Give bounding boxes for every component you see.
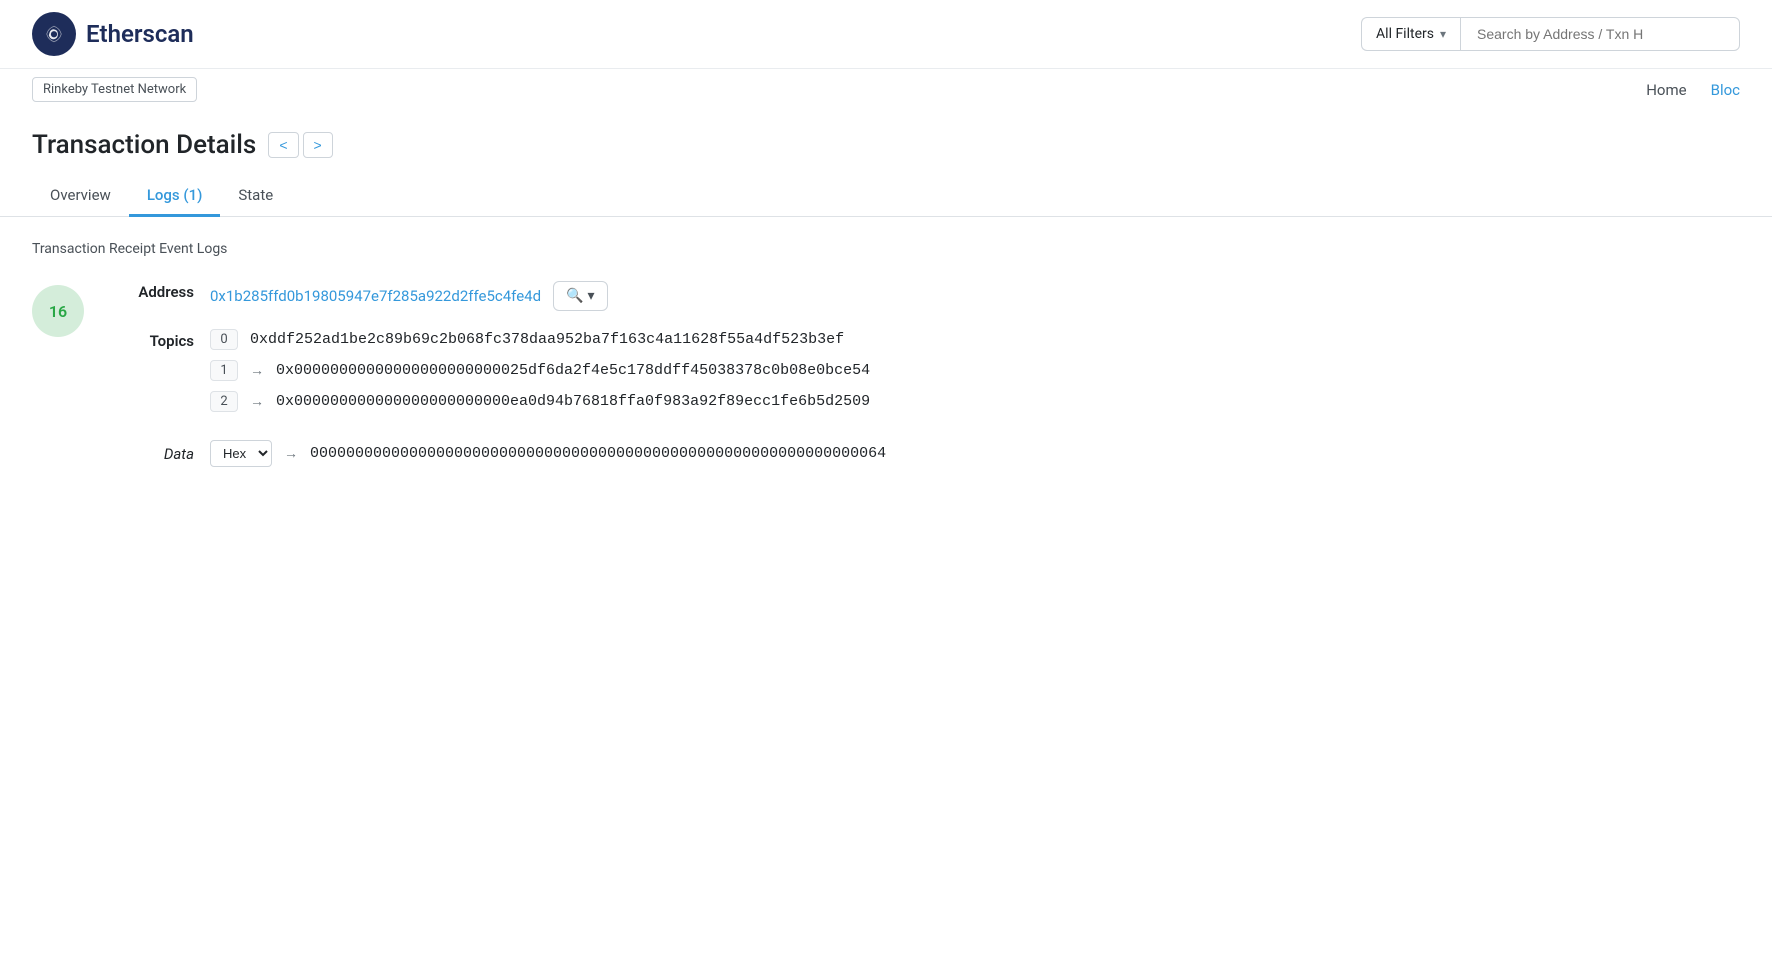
filter-dropdown[interactable]: All Filters ▾	[1361, 17, 1460, 51]
address-link[interactable]: 0x1b285ffd0b19805947e7f285a922d2ffe5c4fe…	[210, 287, 541, 305]
content: Transaction Receipt Event Logs 16 Addres…	[0, 217, 1772, 491]
data-content: Hex Dec Text → 0000000000000000000000000…	[210, 440, 886, 467]
search-input[interactable]	[1460, 17, 1740, 51]
page-title-area: Transaction Details < >	[0, 110, 1772, 160]
logo-text: Etherscan	[86, 20, 194, 48]
arrow-right-icon-1: →	[250, 362, 264, 379]
magnifier-icon: 🔍	[566, 288, 583, 304]
logo-area: Etherscan	[32, 12, 194, 56]
topic-item-1: 1 → 0x00000000000000000000000025df6da2f4…	[210, 360, 1740, 381]
nav-blocks[interactable]: Bloc	[1711, 81, 1740, 99]
tab-logs[interactable]: Logs (1)	[129, 176, 221, 217]
data-format-select[interactable]: Hex Dec Text	[210, 440, 272, 467]
address-btn-chevron: ▾	[588, 288, 595, 304]
arrow-right-icon-2: →	[250, 393, 264, 410]
nav-home[interactable]: Home	[1646, 81, 1686, 99]
log-number: 16	[32, 285, 84, 337]
data-value: 0000000000000000000000000000000000000000…	[310, 445, 886, 462]
topic-value-0: 0xddf252ad1be2c89b69c2b068fc378daa952ba7…	[250, 331, 844, 348]
logo-icon	[32, 12, 76, 56]
address-action-btn[interactable]: 🔍 ▾	[553, 281, 607, 311]
topic-index-2: 2	[210, 391, 238, 412]
topic-index-1: 1	[210, 360, 238, 381]
topics-row: Topics 0 0xddf252ad1be2c89b69c2b068fc378…	[104, 329, 1740, 422]
topic-value-2: 0x000000000000000000000000ea0d94b76818ff…	[276, 393, 870, 410]
topic-item-2: 2 → 0x000000000000000000000000ea0d94b768…	[210, 391, 1740, 412]
address-row: Address 0x1b285ffd0b19805947e7f285a922d2…	[104, 281, 1740, 311]
tab-state[interactable]: State	[220, 176, 291, 217]
nav-links: Home Bloc	[1646, 81, 1740, 99]
data-arrow-icon: →	[284, 445, 298, 462]
sub-header: Rinkeby Testnet Network Home Bloc	[0, 69, 1772, 110]
prev-arrow[interactable]: <	[268, 132, 298, 158]
next-arrow[interactable]: >	[303, 132, 333, 158]
tabs: Overview Logs (1) State	[0, 160, 1772, 217]
filter-label: All Filters	[1376, 26, 1434, 42]
topic-item-0: 0 0xddf252ad1be2c89b69c2b068fc378daa952b…	[210, 329, 1740, 350]
address-label: Address	[104, 281, 194, 301]
data-label: Data	[104, 445, 194, 463]
topics-label: Topics	[104, 329, 194, 350]
tab-overview[interactable]: Overview	[32, 176, 129, 217]
header: Etherscan All Filters ▾	[0, 0, 1772, 69]
chevron-down-icon: ▾	[1440, 27, 1446, 41]
network-badge: Rinkeby Testnet Network	[32, 77, 197, 102]
topic-index-0: 0	[210, 329, 238, 350]
address-value-area: 0x1b285ffd0b19805947e7f285a922d2ffe5c4fe…	[210, 281, 608, 311]
nav-arrows: < >	[268, 132, 332, 158]
header-right: All Filters ▾	[1361, 17, 1740, 51]
section-label: Transaction Receipt Event Logs	[32, 241, 1740, 257]
log-details: Address 0x1b285ffd0b19805947e7f285a922d2…	[104, 281, 1740, 467]
topics-content: 0 0xddf252ad1be2c89b69c2b068fc378daa952b…	[210, 329, 1740, 422]
topic-value-1: 0x00000000000000000000000025df6da2f4e5c1…	[276, 362, 870, 379]
log-entry: 16 Address 0x1b285ffd0b19805947e7f285a92…	[32, 281, 1740, 467]
page-title: Transaction Details	[32, 130, 256, 160]
data-row: Data Hex Dec Text → 00000000000000000000…	[104, 440, 1740, 467]
